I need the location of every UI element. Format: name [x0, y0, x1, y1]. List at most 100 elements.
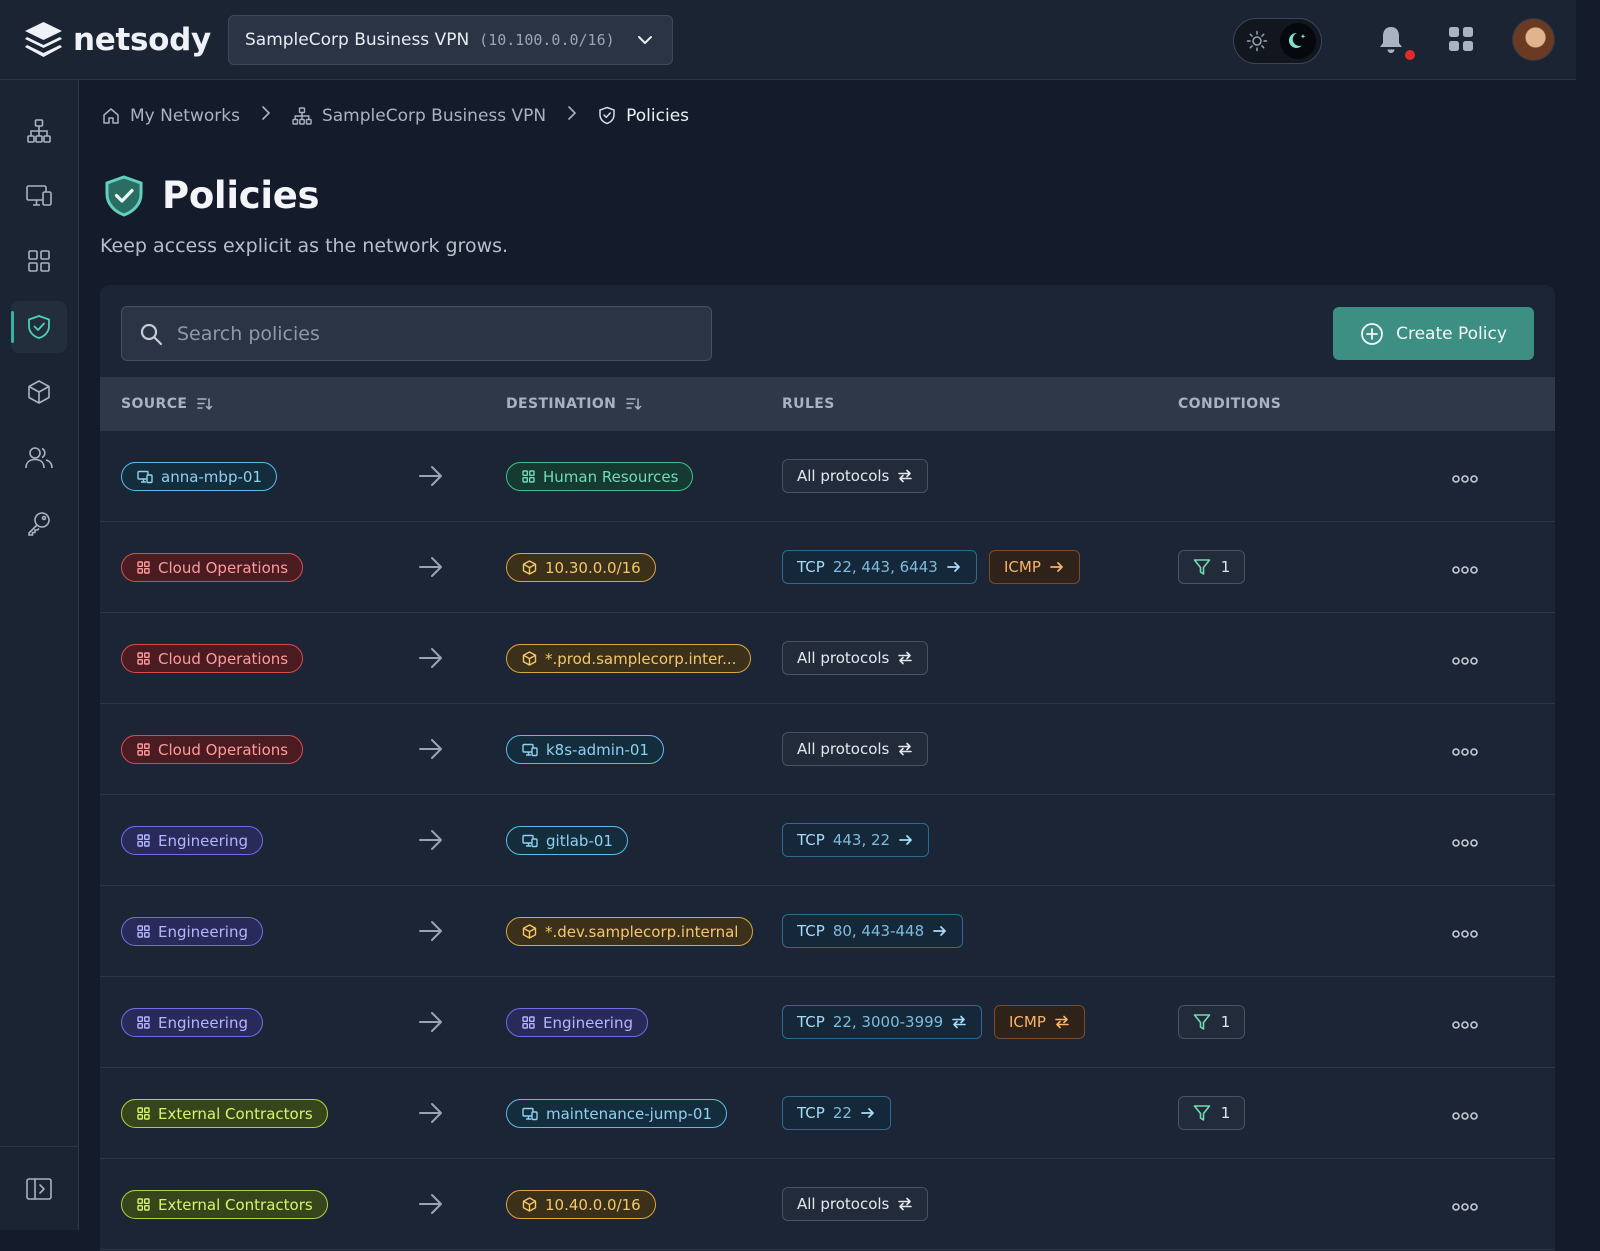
source-pill[interactable]: Cloud Operations [121, 735, 304, 764]
breadcrumb-current-label: Policies [626, 105, 690, 126]
source-pill[interactable]: Cloud Operations [121, 644, 304, 673]
table-row[interactable]: anna-mbp-01 Human Resources All protocols [100, 431, 1555, 522]
rule-icmp[interactable]: ICMP [994, 1005, 1085, 1039]
bidirectional-arrows-icon [897, 651, 913, 665]
sidebar-item-users[interactable] [11, 432, 67, 484]
table-row[interactable]: External Contractors maintenance-jump-01 T… [100, 1068, 1555, 1159]
filter-icon [1193, 558, 1211, 576]
breadcrumb-home[interactable]: My Networks [102, 106, 240, 126]
notifications-bell-icon[interactable] [1378, 25, 1415, 60]
more-options-icon[interactable] [1452, 469, 1478, 488]
conditions-count: 1 [1220, 1013, 1231, 1031]
rule-all-protocols[interactable]: All protocols [782, 1187, 929, 1221]
create-policy-button[interactable]: Create Policy [1333, 307, 1534, 360]
conditions-badge[interactable]: 1 [1178, 550, 1245, 584]
destination-pill[interactable]: *.dev.samplecorp.internal [506, 917, 754, 946]
destination-pill[interactable]: *.prod.samplecorp.inter... [506, 644, 752, 673]
conditions-badge[interactable]: 1 [1178, 1005, 1245, 1039]
source-pill[interactable]: External Contractors [121, 1099, 328, 1128]
rule-tcp[interactable]: TCP 22, 3000-3999 [782, 1005, 983, 1039]
rule-protocol: All protocols [797, 649, 890, 667]
rule-tcp[interactable]: TCP 22, 443, 6443 [782, 550, 977, 584]
column-source[interactable]: SOURCE [121, 396, 213, 412]
destination-pill[interactable]: k8s-admin-01 [506, 735, 664, 764]
arrow-right-icon [418, 1010, 444, 1038]
sidebar [0, 80, 79, 1230]
more-options-icon[interactable] [1452, 833, 1478, 852]
search-input[interactable]: Search policies [121, 306, 712, 361]
user-avatar[interactable] [1512, 18, 1555, 61]
sidebar-item-networks[interactable] [11, 105, 67, 157]
table-row[interactable]: Engineering gitlab-01 TCP 443, 22 [100, 795, 1555, 886]
sidebar-item-policies[interactable] [11, 301, 67, 353]
table-row[interactable]: Engineering *.dev.samplecorp.internal TCP 8… [100, 886, 1555, 977]
source-label: External Contractors [158, 1104, 313, 1123]
source-pill[interactable]: Engineering [121, 917, 263, 946]
chevron-down-icon [636, 31, 654, 53]
rule-ports: 22 [832, 1104, 852, 1122]
group-grid-icon [137, 925, 150, 938]
destination-pill[interactable]: maintenance-jump-01 [506, 1099, 727, 1128]
source-pill[interactable]: Cloud Operations [121, 553, 304, 582]
conditions-badge[interactable]: 1 [1178, 1096, 1245, 1130]
sort-icon[interactable] [197, 396, 213, 412]
column-rules-label: RULES [782, 396, 835, 412]
bidirectional-arrows-icon [897, 742, 913, 756]
more-options-icon[interactable] [1452, 924, 1478, 943]
destination-pill[interactable]: Engineering [506, 1008, 648, 1037]
network-name: SampleCorp Business VPN [245, 30, 470, 50]
more-options-icon[interactable] [1452, 560, 1478, 579]
rule-ports: 22, 3000-3999 [832, 1013, 944, 1031]
destination-pill[interactable]: gitlab-01 [506, 826, 628, 855]
more-options-icon[interactable] [1452, 1106, 1478, 1125]
moon-icon[interactable] [1280, 23, 1316, 59]
rule-protocol: All protocols [797, 740, 890, 758]
column-destination[interactable]: DESTINATION [506, 396, 642, 412]
apps-grid-icon[interactable] [1448, 26, 1474, 56]
table-row[interactable]: External Contractors 10.40.0.0/16 All prot… [100, 1159, 1555, 1250]
bidirectional-arrows-icon [897, 1197, 913, 1211]
group-grid-icon [137, 1198, 150, 1211]
table-row[interactable]: Cloud Operations 10.30.0.0/16 TCP 22, 443, … [100, 522, 1555, 613]
rule-all-protocols[interactable]: All protocols [782, 641, 929, 675]
source-label: Cloud Operations [158, 740, 289, 759]
rule-icmp[interactable]: ICMP [989, 550, 1080, 584]
source-pill[interactable]: anna-mbp-01 [121, 462, 277, 491]
destination-pill[interactable]: Human Resources [506, 462, 694, 491]
table-row[interactable]: Cloud Operations k8s-admin-01 All protocol… [100, 704, 1555, 795]
source-pill[interactable]: Engineering [121, 1008, 263, 1037]
layers-logo-icon [22, 20, 65, 60]
search-placeholder: Search policies [177, 322, 320, 345]
source-pill[interactable]: External Contractors [121, 1190, 328, 1219]
sidebar-item-devices[interactable] [11, 170, 67, 222]
sun-icon[interactable] [1246, 30, 1268, 56]
sidebar-item-groups[interactable] [11, 235, 67, 287]
destination-pill[interactable]: 10.30.0.0/16 [506, 553, 656, 582]
resource-cube-icon [522, 560, 537, 575]
more-options-icon[interactable] [1452, 651, 1478, 670]
arrow-right-icon [946, 560, 962, 574]
rule-tcp[interactable]: TCP 22 [782, 1096, 891, 1130]
rule-tcp[interactable]: TCP 443, 22 [782, 823, 930, 857]
more-options-icon[interactable] [1452, 742, 1478, 761]
users-icon [24, 445, 54, 471]
rule-all-protocols[interactable]: All protocols [782, 732, 929, 766]
sidebar-collapse-toggle[interactable] [0, 1146, 78, 1230]
more-options-icon[interactable] [1452, 1197, 1478, 1216]
table-row[interactable]: Cloud Operations *.prod.samplecorp.inter.… [100, 613, 1555, 704]
sidebar-item-resources[interactable] [11, 366, 67, 418]
theme-toggle[interactable] [1233, 18, 1322, 64]
sidebar-item-keys[interactable] [11, 497, 67, 549]
rule-protocol: TCP [797, 1013, 825, 1031]
breadcrumb-network[interactable]: SampleCorp Business VPN [292, 106, 546, 126]
policies-card: Search policies Create Policy SOURCE DES… [100, 285, 1555, 1251]
sort-icon[interactable] [626, 396, 642, 412]
more-options-icon[interactable] [1452, 1015, 1478, 1034]
destination-pill[interactable]: 10.40.0.0/16 [506, 1190, 656, 1219]
table-row[interactable]: Engineering Engineering TCP 22, 3000-3999 IC… [100, 977, 1555, 1068]
network-selector[interactable]: SampleCorp Business VPN (10.100.0.0/16) [228, 15, 673, 65]
source-pill[interactable]: Engineering [121, 826, 263, 855]
rule-all-protocols[interactable]: All protocols [782, 459, 929, 493]
rule-tcp[interactable]: TCP 80, 443-448 [782, 914, 964, 948]
logo[interactable]: netsody [22, 20, 211, 60]
